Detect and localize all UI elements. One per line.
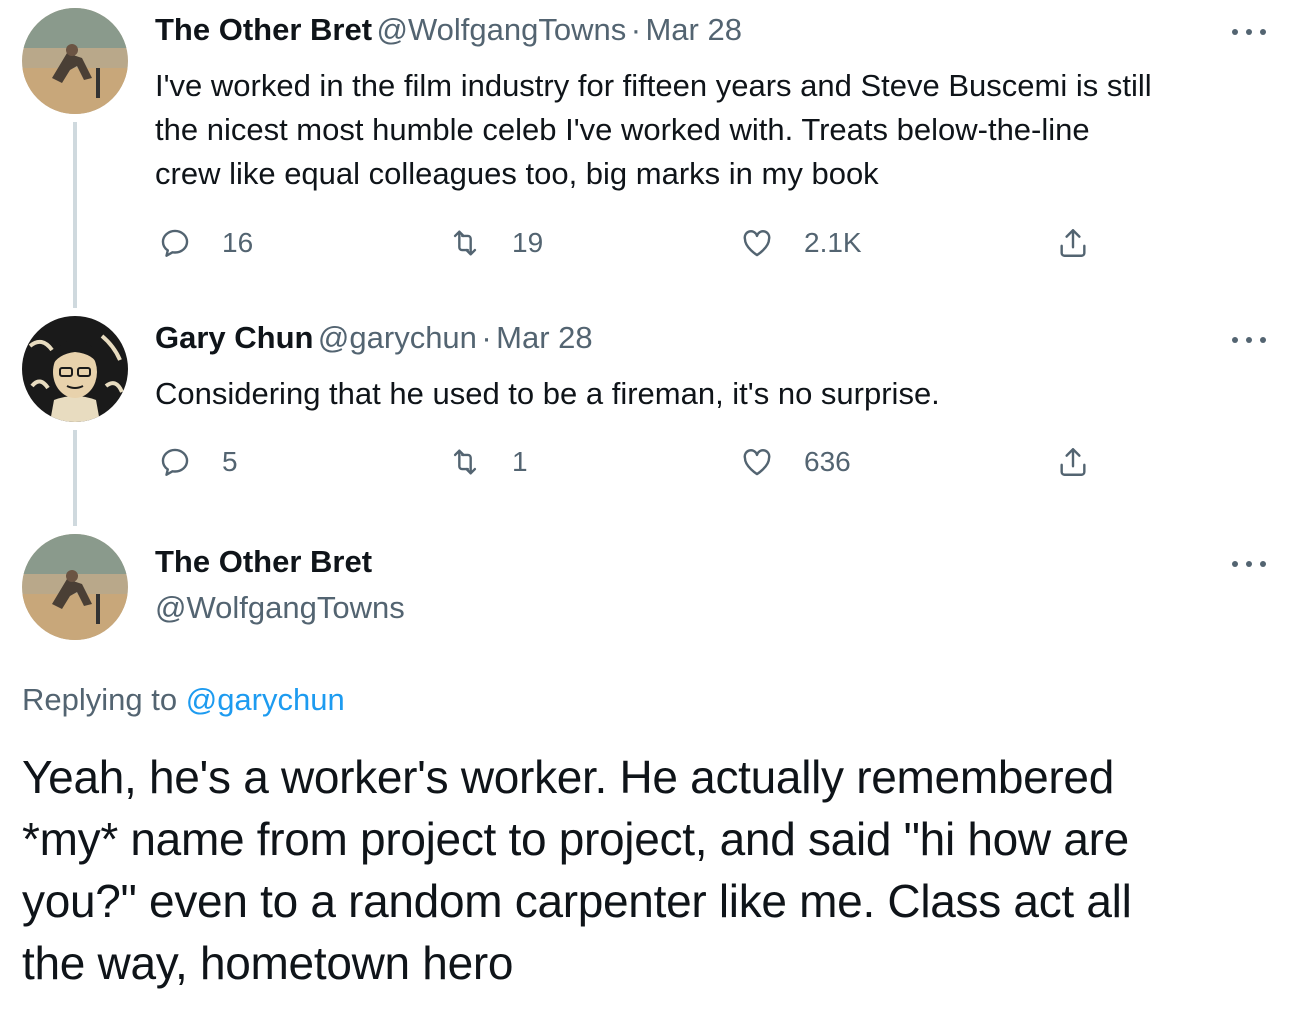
tweet-date[interactable]: Mar 28: [496, 320, 592, 355]
replying-to-handle[interactable]: @garychun: [186, 682, 345, 717]
tweet-text: I've worked in the film industry for fif…: [155, 64, 1152, 196]
retweet-icon: [453, 449, 477, 475]
retweet-count: 19: [512, 227, 544, 258]
retweet-icon: [453, 230, 477, 256]
share-button[interactable]: [1056, 226, 1120, 260]
share-button[interactable]: [1056, 445, 1120, 479]
replying-to: Replying to @garychun: [22, 682, 345, 718]
retweet-button[interactable]: 19: [448, 226, 543, 260]
like-count: 2.1K: [804, 227, 862, 258]
more-icon[interactable]: [1230, 330, 1270, 350]
author-handle[interactable]: @garychun: [318, 320, 477, 355]
main-tweet-text-line: Yeah, he's a worker's worker. He actuall…: [22, 751, 1114, 803]
heart-icon: [743, 449, 771, 476]
tweet-text-line: the nicest most humble celeb I've worked…: [155, 112, 1090, 147]
avatar[interactable]: [22, 8, 128, 114]
tweet-text-line: I've worked in the film industry for fif…: [155, 68, 1152, 103]
more-icon[interactable]: [1230, 554, 1270, 574]
reply-button[interactable]: 5: [158, 445, 238, 479]
thread-line: [73, 430, 77, 526]
author-name[interactable]: Gary Chun: [155, 320, 313, 355]
author-handle[interactable]: @WolfgangTowns: [376, 12, 626, 47]
share-icon: [1060, 448, 1086, 476]
replying-to-label: Replying to: [22, 682, 178, 717]
reply-button[interactable]: 16: [158, 226, 253, 260]
like-count: 636: [804, 446, 851, 477]
reply-icon: [161, 229, 189, 257]
meta-separator: ·: [481, 320, 492, 355]
thread-line: [73, 122, 77, 308]
author-name[interactable]: The Other Bret: [155, 544, 372, 580]
like-button[interactable]: 2.1K: [740, 226, 862, 260]
reply-icon: [161, 448, 189, 476]
tweet-text-line: Considering that he used to be a fireman…: [155, 376, 940, 411]
author-handle[interactable]: @WolfgangTowns: [155, 590, 405, 626]
tweet-text-line: crew like equal colleagues too, big mark…: [155, 156, 879, 191]
avatar[interactable]: [22, 316, 128, 422]
main-tweet-text-line: you?" even to a random carpenter like me…: [22, 875, 1132, 927]
author-name[interactable]: The Other Bret: [155, 12, 372, 47]
main-tweet-text-line: *my* name from project to project, and s…: [22, 813, 1129, 865]
heart-icon: [743, 230, 771, 257]
retweet-button[interactable]: 1: [448, 445, 528, 479]
more-icon[interactable]: [1230, 22, 1270, 42]
main-tweet-text-line: the way, hometown hero: [22, 937, 514, 989]
share-icon: [1060, 229, 1086, 257]
like-button[interactable]: 636: [740, 445, 851, 479]
meta-separator: ·: [630, 12, 642, 47]
tweet-text: Considering that he used to be a fireman…: [155, 372, 940, 416]
reply-count: 5: [222, 446, 238, 477]
avatar[interactable]: [22, 534, 128, 640]
tweet-date[interactable]: Mar 28: [645, 12, 741, 47]
main-tweet-text: Yeah, he's a worker's worker. He actuall…: [22, 746, 1262, 994]
reply-count: 16: [222, 227, 254, 258]
retweet-count: 1: [512, 446, 528, 477]
